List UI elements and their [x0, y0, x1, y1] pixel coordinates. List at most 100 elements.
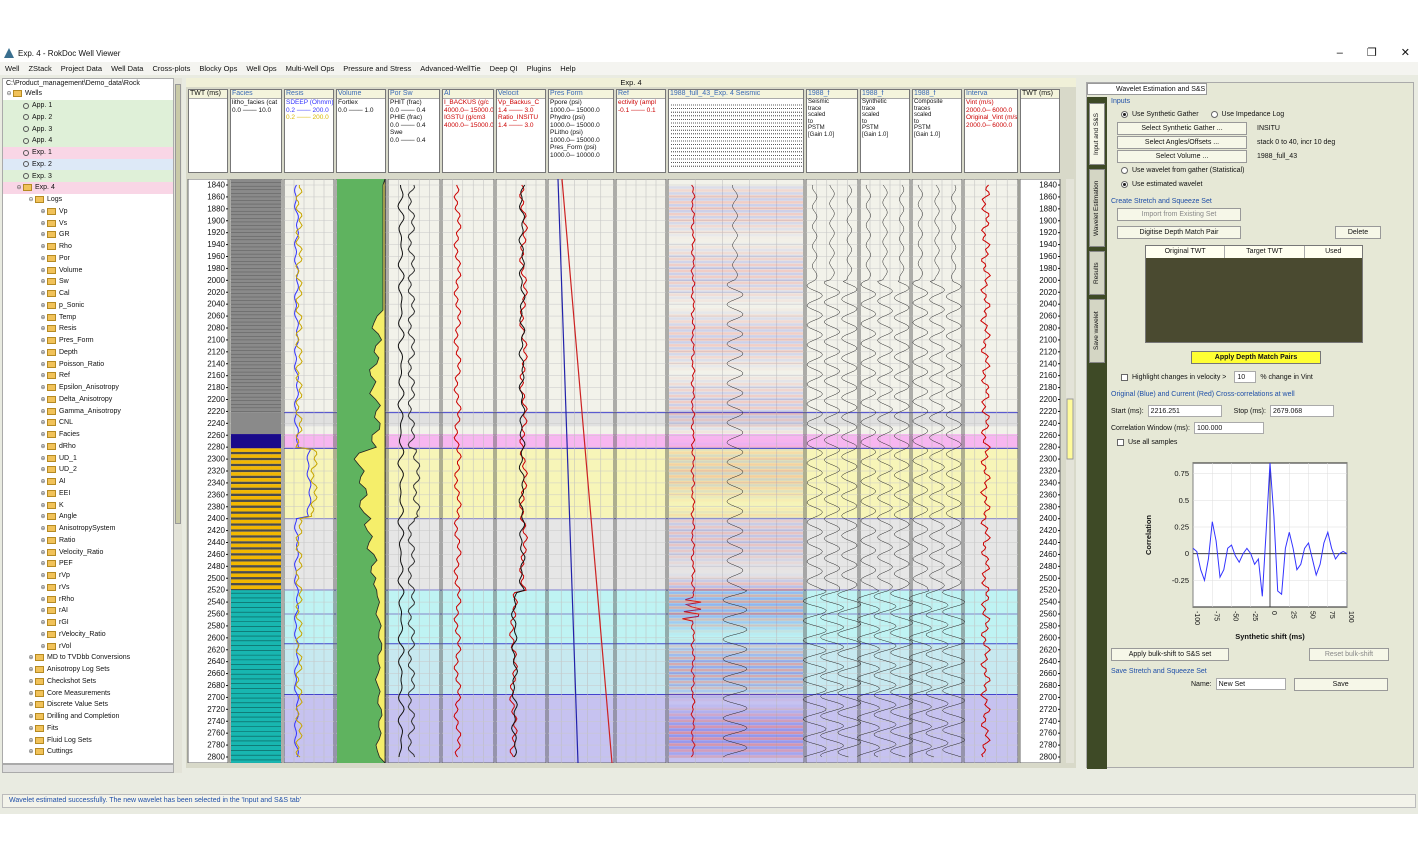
tree-log-28[interactable]: ⊕ Ratio: [3, 535, 173, 547]
expander-icon[interactable]: ⊕: [39, 466, 47, 473]
track-header-10[interactable]: 1988_f Synthetic trace scaled to PSTM [Gain 1.…: [860, 89, 910, 173]
expander-icon[interactable]: ⊕: [39, 525, 47, 532]
plot-vertical-scrollbar[interactable]: [1066, 179, 1074, 763]
expander-icon[interactable]: ⊕: [39, 619, 47, 626]
expander-icon[interactable]: ⊕: [39, 607, 47, 614]
tree-well-0[interactable]: App. 1: [3, 99, 173, 112]
menu-cross-plots[interactable]: Cross-plots: [152, 64, 190, 73]
expander-icon[interactable]: ⊕: [39, 290, 47, 297]
digitise-depth-match-button[interactable]: Digitise Depth Match Pair: [1117, 225, 1241, 239]
menu-blocky-ops[interactable]: Blocky Ops: [199, 64, 237, 73]
expander-icon[interactable]: ⊕: [39, 419, 47, 426]
expander-icon[interactable]: ⊕: [39, 596, 47, 603]
expander-icon[interactable]: ⊕: [39, 208, 47, 215]
tree-group-7[interactable]: ⊕ Fluid Log Sets: [3, 734, 173, 746]
tree-well-7[interactable]: ⊖ Exp. 4: [3, 182, 173, 194]
track-header-7[interactable]: Ref ectivity (ampl -0.1 ─── 0.1: [616, 89, 666, 173]
apply-bulk-shift-button[interactable]: Apply bulk-shift to S&S set: [1111, 647, 1229, 661]
expander-icon[interactable]: ⊕: [39, 325, 47, 332]
tree-group-1[interactable]: ⊕ Anisotropy Log Sets: [3, 664, 173, 676]
tree-log-24[interactable]: ⊕ EEI: [3, 488, 173, 500]
menu-pressure-and-stress[interactable]: Pressure and Stress: [343, 64, 411, 73]
expander-icon[interactable]: ⊕: [39, 443, 47, 450]
import-existing-set-button[interactable]: Import from Existing Set: [1117, 207, 1241, 221]
menu-advanced-welltie[interactable]: Advanced-WellTie: [420, 64, 480, 73]
expander-icon[interactable]: ⊕: [39, 396, 47, 403]
tree-log-31[interactable]: ⊕ rVp: [3, 570, 173, 582]
delete-button[interactable]: Delete: [1335, 225, 1381, 239]
wavelet-from-gather-radio[interactable]: [1121, 166, 1128, 174]
menu-project-data[interactable]: Project Data: [61, 64, 102, 73]
track-plot-area[interactable]: 1840 1860 1880 1900 1920 1940 1960 1980 2000 2020…: [186, 178, 1076, 765]
expander-icon[interactable]: ⊕: [27, 748, 35, 755]
tree-log-11[interactable]: ⊕ Pres_Form: [3, 335, 173, 347]
tree-log-3[interactable]: ⊕ Rho: [3, 241, 173, 253]
menu-deep-qi[interactable]: Deep QI: [490, 64, 518, 73]
maximize-button[interactable]: ❐: [1367, 44, 1377, 62]
expander-icon[interactable]: ⊕: [39, 384, 47, 391]
tree-log-30[interactable]: ⊕ PEF: [3, 558, 173, 570]
menu-plugins[interactable]: Plugins: [527, 64, 552, 73]
expander-icon[interactable]: ⊕: [27, 737, 35, 744]
tree-log-20[interactable]: ⊕ dRho: [3, 441, 173, 453]
expander-icon[interactable]: ⊕: [27, 666, 35, 673]
track-header-2[interactable]: Volume Fortlex 0.0 ─── 1.0: [336, 89, 386, 173]
tab-wavelet-estimation[interactable]: Wavelet Estimation and S&S: [1087, 83, 1207, 95]
use-estimated-wavelet-radio[interactable]: [1121, 180, 1128, 188]
tree-log-18[interactable]: ⊕ CNL: [3, 417, 173, 429]
expander-icon[interactable]: ⊕: [39, 502, 47, 509]
expander-icon[interactable]: ⊕: [39, 478, 47, 485]
tree-log-32[interactable]: ⊕ rVs: [3, 582, 173, 594]
scroll-thumb[interactable]: [175, 84, 181, 524]
track-header-4[interactable]: AI I_BACKUS (g/c 4000.0─ 15000.0 IGSTU (g/c…: [442, 89, 494, 173]
track-header-12[interactable]: Interva Vint (m/s) 2000.0─ 6000.0 Original_…: [964, 89, 1018, 173]
vtab-wavelet-estimation[interactable]: Wavelet Estimation: [1089, 169, 1105, 247]
use-synthetic-radio[interactable]: [1121, 110, 1128, 118]
tree-log-12[interactable]: ⊕ Depth: [3, 347, 173, 359]
tree-log-34[interactable]: ⊕ rAI: [3, 605, 173, 617]
tree-group-8[interactable]: ⊕ Cuttings: [3, 746, 173, 758]
menu-help[interactable]: Help: [560, 64, 575, 73]
tree-group-6[interactable]: ⊕ Fits: [3, 723, 173, 735]
tree-log-9[interactable]: ⊕ Temp: [3, 311, 173, 323]
menu-multi-well-ops[interactable]: Multi-Well Ops: [286, 64, 335, 73]
expander-icon[interactable]: ⊕: [39, 455, 47, 462]
expander-icon[interactable]: ⊕: [39, 267, 47, 274]
tree-log-23[interactable]: ⊕ AI: [3, 476, 173, 488]
expander-icon[interactable]: ⊕: [39, 255, 47, 262]
expander-icon[interactable]: ⊖: [5, 90, 13, 97]
reset-bulk-shift-button[interactable]: Reset bulk-shift: [1309, 647, 1389, 661]
tree-logs[interactable]: ⊖ Logs: [3, 194, 173, 206]
twt-header-right[interactable]: TWT (ms): [1020, 89, 1060, 173]
expander-icon[interactable]: ⊕: [39, 349, 47, 356]
tree-log-27[interactable]: ⊕ AnisotropySystem: [3, 523, 173, 535]
tree-log-19[interactable]: ⊕ Facies: [3, 429, 173, 441]
twt-header[interactable]: TWT (ms): [188, 89, 228, 173]
expander-icon[interactable]: ⊕: [39, 408, 47, 415]
vtab-results[interactable]: Results: [1089, 251, 1105, 295]
start-input[interactable]: 2216.251: [1147, 405, 1222, 417]
tree-log-16[interactable]: ⊕ Delta_Anisotropy: [3, 394, 173, 406]
tree-well-5[interactable]: Exp. 2: [3, 158, 173, 171]
expander-icon[interactable]: ⊕: [39, 314, 47, 321]
tree-group-0[interactable]: ⊕ MD to TVDbb Conversions: [3, 652, 173, 664]
tree-group-4[interactable]: ⊕ Discrete Value Sets: [3, 699, 173, 711]
tree-group-3[interactable]: ⊕ Core Measurements: [3, 687, 173, 699]
tree-well-2[interactable]: App. 3: [3, 123, 173, 135]
tree-log-33[interactable]: ⊕ rRho: [3, 593, 173, 605]
expander-icon[interactable]: ⊕: [27, 678, 35, 685]
well-log-plots[interactable]: 1840 1860 1880 1900 1920 1940 1960 1980 2000 2020…: [186, 178, 1076, 765]
col-target-twt[interactable]: Target TWT: [1225, 246, 1305, 258]
expander-icon[interactable]: ⊕: [27, 654, 35, 661]
expander-icon[interactable]: ⊕: [39, 337, 47, 344]
highlight-spinner[interactable]: 10: [1234, 371, 1257, 383]
close-button[interactable]: ✕: [1401, 44, 1410, 62]
track-header-0[interactable]: Facies litho_facies (cat 0.0 ─── 10.0: [230, 89, 282, 173]
expander-icon[interactable]: ⊕: [39, 372, 47, 379]
expander-icon[interactable]: ⊕: [39, 549, 47, 556]
expander-icon[interactable]: ⊕: [27, 690, 35, 697]
tree-log-6[interactable]: ⊕ Sw: [3, 276, 173, 288]
tree-log-22[interactable]: ⊕ UD_2: [3, 464, 173, 476]
tree-well-1[interactable]: App. 2: [3, 111, 173, 124]
menu-well-ops[interactable]: Well Ops: [246, 64, 276, 73]
